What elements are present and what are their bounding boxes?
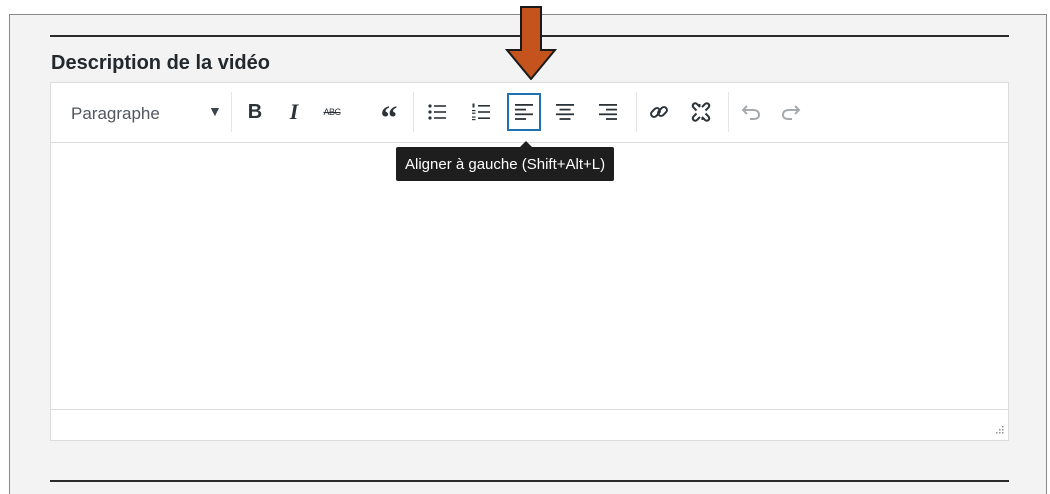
editor-statusbar	[51, 409, 1008, 440]
strikethrough-button[interactable]: ABC	[315, 93, 349, 131]
toolbar-separator	[636, 92, 637, 132]
align-left-button[interactable]	[507, 93, 541, 131]
align-center-icon	[556, 104, 574, 120]
link-icon	[650, 106, 668, 118]
down-arrow-icon	[505, 6, 557, 80]
rich-text-editor: Paragraphe ▼ B I ABC “	[50, 82, 1009, 441]
bold-button[interactable]: B	[238, 93, 272, 131]
numbered-list-button[interactable]	[464, 93, 498, 131]
numbered-list-icon	[472, 103, 490, 121]
italic-button[interactable]: I	[277, 93, 311, 131]
align-left-icon	[515, 104, 533, 120]
undo-icon	[741, 105, 761, 120]
align-right-button[interactable]	[591, 93, 625, 131]
section-divider-bottom	[50, 480, 1009, 482]
bold-icon: B	[247, 100, 263, 123]
unlink-icon	[691, 102, 711, 122]
toolbar-separator	[413, 92, 414, 132]
dropdown-arrow-icon: ▼	[208, 103, 222, 119]
undo-button[interactable]	[734, 93, 768, 131]
bullet-list-button[interactable]	[420, 93, 454, 131]
italic-icon: I	[289, 99, 299, 124]
bullet-list-icon	[428, 104, 446, 120]
tooltip: Aligner à gauche (Shift+Alt+L)	[396, 147, 615, 181]
blockquote-button[interactable]: “	[372, 93, 406, 136]
toolbar-separator	[728, 92, 729, 132]
editor-toolbar: Paragraphe ▼ B I ABC “	[51, 83, 1008, 143]
align-right-icon	[599, 104, 617, 120]
toolbar-separator	[231, 92, 232, 132]
editor-content-area[interactable]	[51, 143, 1008, 409]
quote-icon: “	[380, 100, 398, 137]
format-select-value: Paragraphe	[71, 104, 160, 123]
insert-link-button[interactable]	[642, 93, 676, 131]
section-title: Description de la vidéo	[51, 52, 270, 74]
remove-link-button[interactable]	[684, 93, 718, 131]
strikethrough-icon: ABC	[323, 107, 341, 117]
align-center-button[interactable]	[548, 93, 582, 131]
format-select[interactable]: Paragraphe ▼	[71, 102, 247, 126]
redo-icon	[781, 105, 801, 120]
redo-button[interactable]	[774, 93, 808, 131]
resize-handle-icon[interactable]	[992, 424, 1004, 436]
